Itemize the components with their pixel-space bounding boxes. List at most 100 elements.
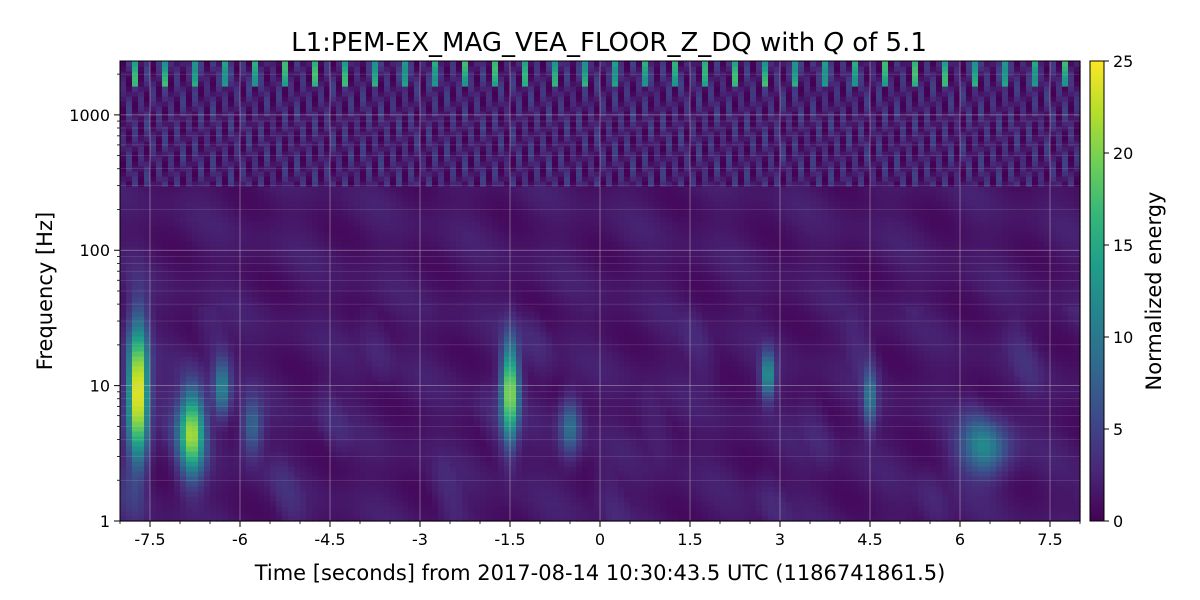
heatmap-cell (840, 496, 847, 502)
heatmap-cell (618, 371, 625, 377)
heatmap-cell (582, 401, 589, 407)
heatmap-cell (654, 426, 661, 432)
heatmap-cell (510, 501, 517, 507)
heatmap-cell (408, 491, 415, 497)
heatmap-cell (606, 386, 613, 392)
heatmap-cell (204, 501, 211, 507)
heatmap-cell (750, 511, 757, 517)
heatmap-cell (1014, 481, 1021, 487)
heatmap-cell (834, 506, 841, 512)
heatmap-cell (948, 366, 955, 372)
heatmap-cell (480, 501, 487, 507)
heatmap-cell (780, 386, 787, 392)
heatmap-cell (576, 436, 583, 442)
heatmap-cell (288, 471, 295, 477)
heatmap-cell (588, 456, 595, 462)
heatmap-cell (492, 491, 499, 497)
heatmap-cell (312, 456, 319, 462)
heatmap-cell (162, 386, 169, 392)
heatmap-cell (894, 486, 901, 492)
heatmap-cell (1068, 481, 1075, 487)
heatmap-cell (348, 426, 355, 432)
heatmap-cell (252, 366, 259, 372)
heatmap-cell (408, 421, 415, 427)
heatmap-cell (510, 386, 517, 392)
heatmap-cell (366, 496, 373, 502)
heatmap-cell (1056, 401, 1063, 407)
heatmap-cell (930, 511, 937, 517)
heatmap-cell (318, 401, 325, 407)
heatmap-cell (516, 466, 523, 472)
heatmap-cell (192, 376, 199, 382)
heatmap-cell (804, 376, 811, 382)
heatmap-cell (942, 451, 949, 457)
heatmap-cell (384, 376, 391, 382)
heatmap-cell (648, 496, 655, 502)
heatmap-cell (828, 401, 835, 407)
heatmap-cell (828, 426, 835, 432)
heatmap-cell (216, 486, 223, 492)
heatmap-cell (768, 371, 775, 377)
heatmap-cell (900, 371, 907, 377)
heatmap-cell (534, 421, 541, 427)
heatmap-cell (1008, 441, 1015, 447)
heatmap-cell (948, 481, 955, 487)
heatmap-cell (402, 441, 409, 447)
heatmap-cell (354, 401, 361, 407)
heatmap-cell (618, 376, 625, 382)
heatmap-cell (870, 421, 877, 427)
heatmap-cell (336, 471, 343, 477)
heatmap-cell (948, 496, 955, 502)
heatmap-cell (486, 511, 493, 517)
heatmap-cell (630, 496, 637, 502)
heatmap-cell (558, 511, 565, 517)
heatmap-cell (168, 456, 175, 462)
heatmap-cell (222, 486, 229, 492)
heatmap-cell (834, 461, 841, 467)
heatmap-cell (852, 451, 859, 457)
heatmap-cell (708, 481, 715, 487)
heatmap-cell (876, 401, 883, 407)
heatmap-cell (906, 451, 913, 457)
heatmap-cell (876, 471, 883, 477)
heatmap-cell (696, 466, 703, 472)
heatmap-cell (336, 416, 343, 422)
heatmap-cell (192, 486, 199, 492)
heatmap-cell (360, 461, 367, 467)
heatmap-cell (180, 386, 187, 392)
heatmap-cell (618, 466, 625, 472)
heatmap-cell (780, 466, 787, 472)
heatmap-cell (396, 441, 403, 447)
heatmap-cell (936, 486, 943, 492)
heatmap-cell (816, 386, 823, 392)
heatmap-cell (228, 511, 235, 517)
heatmap-cell (912, 376, 919, 382)
heatmap-cell (630, 421, 637, 427)
heatmap-cell (840, 446, 847, 452)
heatmap-cell (576, 401, 583, 407)
heatmap-cell (1008, 431, 1015, 437)
heatmap-cell (162, 431, 169, 437)
heatmap-cell (618, 446, 625, 452)
heatmap-cell (828, 496, 835, 502)
heatmap-cell (744, 416, 751, 422)
heatmap-cell (276, 421, 283, 427)
heatmap-cell (486, 451, 493, 457)
heatmap-cell (1038, 486, 1045, 492)
heatmap-cell (582, 426, 589, 432)
heatmap-cell (450, 511, 457, 517)
heatmap-cell (600, 506, 607, 512)
heatmap-cell (420, 426, 427, 432)
heatmap-cell (1050, 441, 1057, 447)
heatmap-cell (474, 461, 481, 467)
heatmap-cell (294, 461, 301, 467)
heatmap-cell (672, 511, 679, 517)
heatmap-cell (1020, 371, 1027, 377)
chart-title-prefix: L1:PEM-EX_MAG_VEA_FLOOR_Z_DQ with (291, 28, 823, 58)
heatmap-cell (450, 416, 457, 422)
heatmap-cell (198, 496, 205, 502)
heatmap-cell (402, 491, 409, 497)
heatmap-cell (990, 446, 997, 452)
heatmap-cell (126, 431, 133, 437)
heatmap-cell (876, 386, 883, 392)
